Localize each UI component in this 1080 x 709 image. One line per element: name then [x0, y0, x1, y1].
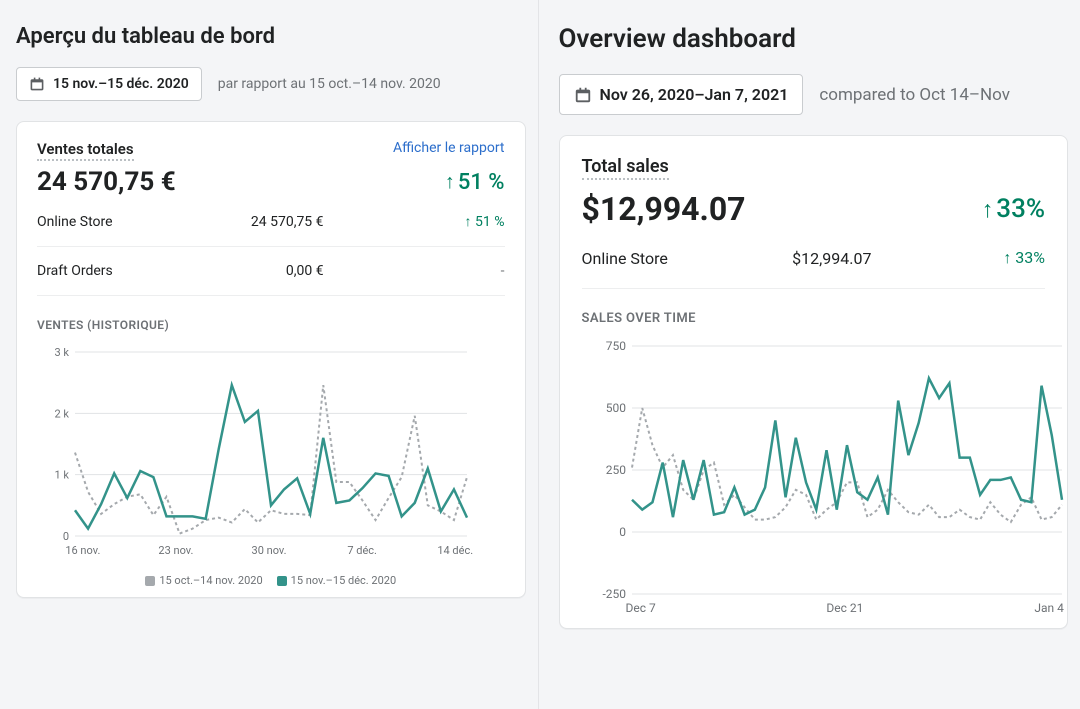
row-change: ↑ 51 % [434, 213, 504, 230]
svg-text:3 k: 3 k [55, 346, 70, 359]
daterange-picker[interactable]: Nov 26, 2020–Jan 7, 2021 [559, 74, 804, 115]
total-sales-card: Ventes totales Afficher le rapport 24 57… [16, 121, 526, 598]
row-change: - [434, 263, 504, 279]
svg-text:Jan 4: Jan 4 [1034, 601, 1064, 615]
svg-text:16 nov.: 16 nov. [65, 544, 100, 557]
right-panel: Overview dashboard Nov 26, 2020–Jan 7, 2… [538, 0, 1080, 709]
table-row: Draft Orders 0,00 € - [37, 247, 505, 296]
metric-value: $12,994.07 [582, 190, 746, 228]
svg-text:500: 500 [605, 401, 625, 415]
toolbar: 15 nov.–15 déc. 2020 par rapport au 15 o… [16, 67, 526, 101]
total-sales-card: Total sales $12,994.07 ↑33% Online Store… [559, 135, 1069, 629]
svg-text:1 k: 1 k [55, 469, 70, 482]
row-value: $12,994.07 [771, 249, 871, 268]
compare-label: par rapport au 15 oct.–14 nov. 2020 [218, 76, 441, 92]
sales-history-chart: 3 k 2 k 1 k 016 nov. 23 nov. 30 nov. 7 déc. 14 … [37, 338, 505, 568]
page-title: Aperçu du tableau de bord [16, 24, 526, 49]
chart-legend: 15 oct.–14 nov. 2020 15 nov.–15 déc. 202… [37, 574, 505, 587]
row-value: 24 570,75 € [224, 214, 324, 230]
calendar-icon [29, 76, 45, 92]
arrow-up-icon: ↑ [445, 170, 455, 194]
legend-item: 15 oct.–14 nov. 2020 [145, 574, 262, 587]
svg-text:-250: -250 [602, 587, 626, 601]
row-change: ↑ 33% [975, 248, 1045, 268]
daterange-label: 15 nov.–15 déc. 2020 [53, 76, 189, 92]
table-row: Online Store $12,994.07 ↑ 33% [582, 228, 1046, 289]
legend-item: 15 nov.–15 déc. 2020 [277, 574, 396, 587]
arrow-up-icon: ↑ [982, 195, 994, 223]
svg-text:2 k: 2 k [55, 407, 70, 420]
svg-text:30 nov.: 30 nov. [252, 544, 287, 557]
svg-text:0: 0 [63, 530, 69, 543]
svg-text:7 déc.: 7 déc. [347, 544, 377, 557]
calendar-icon [574, 86, 592, 104]
row-label: Online Store [37, 214, 113, 230]
svg-text:Dec 21: Dec 21 [826, 601, 863, 615]
chart-section-label: VENTES (HISTORIQUE) [37, 318, 505, 332]
svg-text:Dec 7: Dec 7 [625, 601, 655, 615]
compare-label: compared to Oct 14–Nov [819, 85, 1010, 105]
row-label: Draft Orders [37, 263, 113, 279]
metric-change: ↑33% [982, 194, 1045, 224]
metric-value: 24 570,75 € [37, 167, 176, 197]
svg-text:14 déc.: 14 déc. [437, 544, 473, 557]
page-title: Overview dashboard [559, 24, 1069, 54]
metric-label: Ventes totales [37, 140, 134, 161]
daterange-picker[interactable]: 15 nov.–15 déc. 2020 [16, 67, 202, 101]
metric-label: Total sales [582, 156, 669, 180]
daterange-label: Nov 26, 2020–Jan 7, 2021 [600, 85, 789, 104]
svg-text:250: 250 [605, 463, 625, 477]
view-report-link[interactable]: Afficher le rapport [393, 140, 505, 156]
toolbar: Nov 26, 2020–Jan 7, 2021 compared to Oct… [559, 74, 1069, 115]
svg-text:23 nov.: 23 nov. [158, 544, 193, 557]
svg-text:750: 750 [605, 339, 625, 353]
row-value: 0,00 € [224, 263, 324, 279]
table-row: Online Store 24 570,75 € ↑ 51 % [37, 197, 505, 247]
metric-change: ↑51 % [445, 170, 505, 195]
row-label: Online Store [582, 249, 668, 268]
sales-over-time-chart: 7505002500-250Dec 7Dec 21Jan 4 [582, 332, 1046, 622]
left-panel: Aperçu du tableau de bord 15 nov.–15 déc… [0, 0, 538, 709]
svg-text:0: 0 [619, 525, 626, 539]
chart-section-label: SALES OVER TIME [582, 311, 1046, 326]
